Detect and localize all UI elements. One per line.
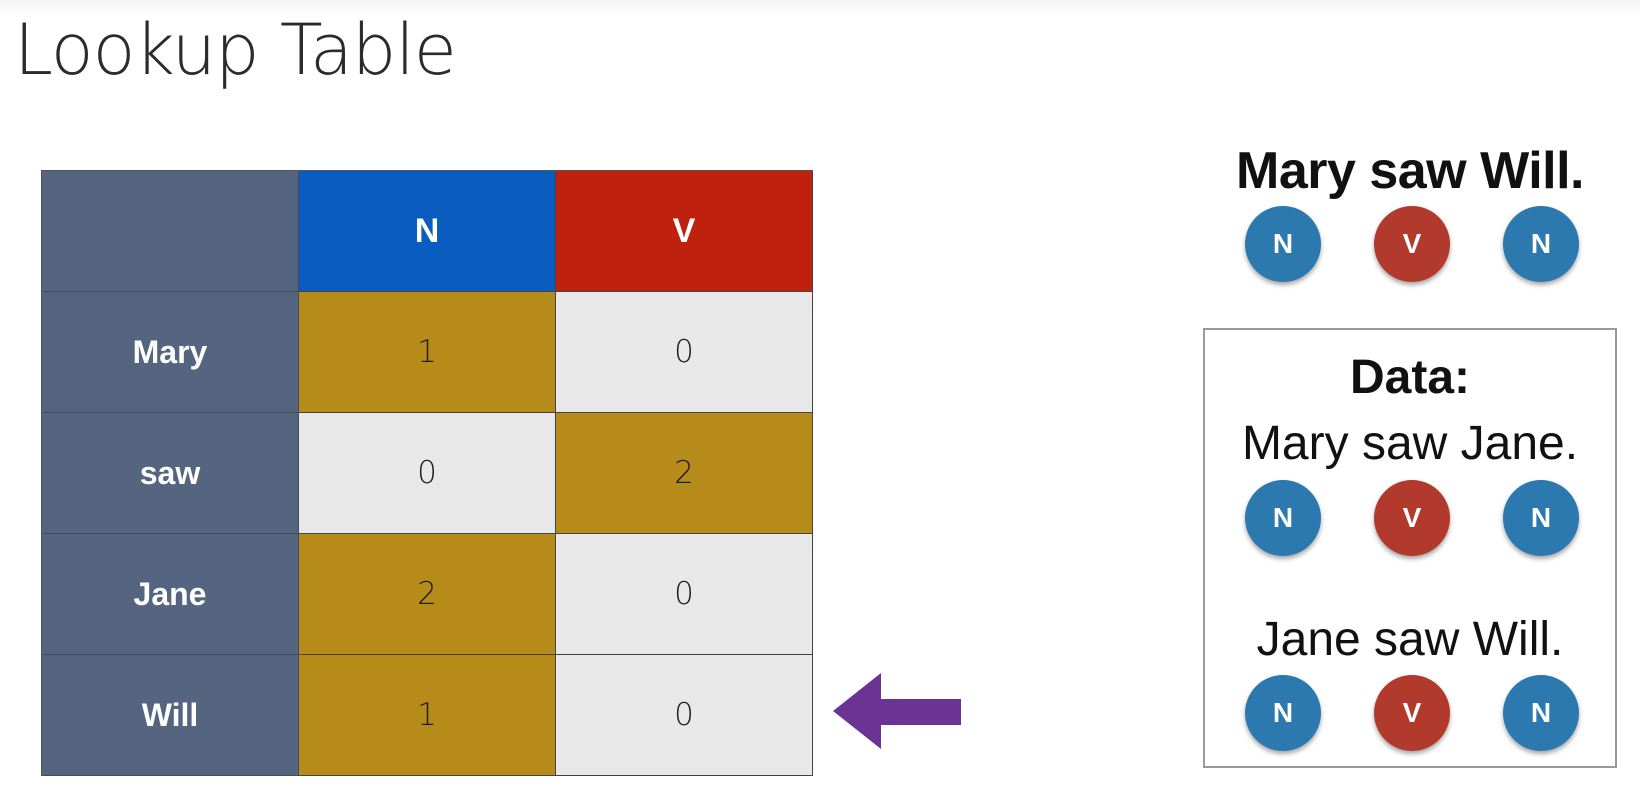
table-corner-cell	[42, 171, 299, 292]
tag-noun-bubble: N	[1245, 480, 1321, 556]
column-header-verb: V	[556, 171, 813, 292]
data-sentence: Jane saw Will.	[1256, 613, 1564, 666]
column-header-noun: N	[299, 171, 556, 292]
tag-noun-bubble: N	[1503, 480, 1579, 556]
cell-saw-n: 0	[299, 413, 556, 534]
tag-noun-bubble: N	[1245, 206, 1321, 282]
row-header-saw: saw	[42, 413, 299, 534]
tag-verb-bubble: V	[1374, 480, 1450, 556]
data-tag-row: N V N	[1245, 675, 1579, 751]
query-sentence: Mary saw Will.	[1236, 142, 1585, 200]
query-tag-row: N V N	[1245, 206, 1579, 282]
cell-will-v: 0	[556, 655, 813, 776]
data-heading: Data:	[1349, 351, 1471, 404]
tag-noun-bubble: N	[1245, 675, 1321, 751]
tag-noun-bubble: N	[1503, 206, 1579, 282]
cell-mary-v: 0	[556, 292, 813, 413]
tag-verb-bubble: V	[1374, 675, 1450, 751]
tag-noun-bubble: N	[1503, 675, 1579, 751]
data-sentence: Mary saw Jane.	[1241, 417, 1579, 470]
cell-saw-v: 2	[556, 413, 813, 534]
row-header-mary: Mary	[42, 292, 299, 413]
lookup-table: N V Mary 1 0 saw 0 2 Jane 2 0 Will 1 0	[41, 170, 813, 776]
row-header-will: Will	[42, 655, 299, 776]
tag-verb-bubble: V	[1374, 206, 1450, 282]
page-title: Lookup Table	[14, 9, 457, 91]
cell-jane-n: 2	[299, 534, 556, 655]
left-arrow-icon	[833, 673, 961, 749]
data-tag-row: N V N	[1245, 480, 1579, 556]
cell-will-n: 1	[299, 655, 556, 776]
cell-mary-n: 1	[299, 292, 556, 413]
cell-jane-v: 0	[556, 534, 813, 655]
data-panel: Data: Mary saw Jane. N V N Jane saw Will…	[1203, 328, 1617, 768]
row-header-jane: Jane	[42, 534, 299, 655]
